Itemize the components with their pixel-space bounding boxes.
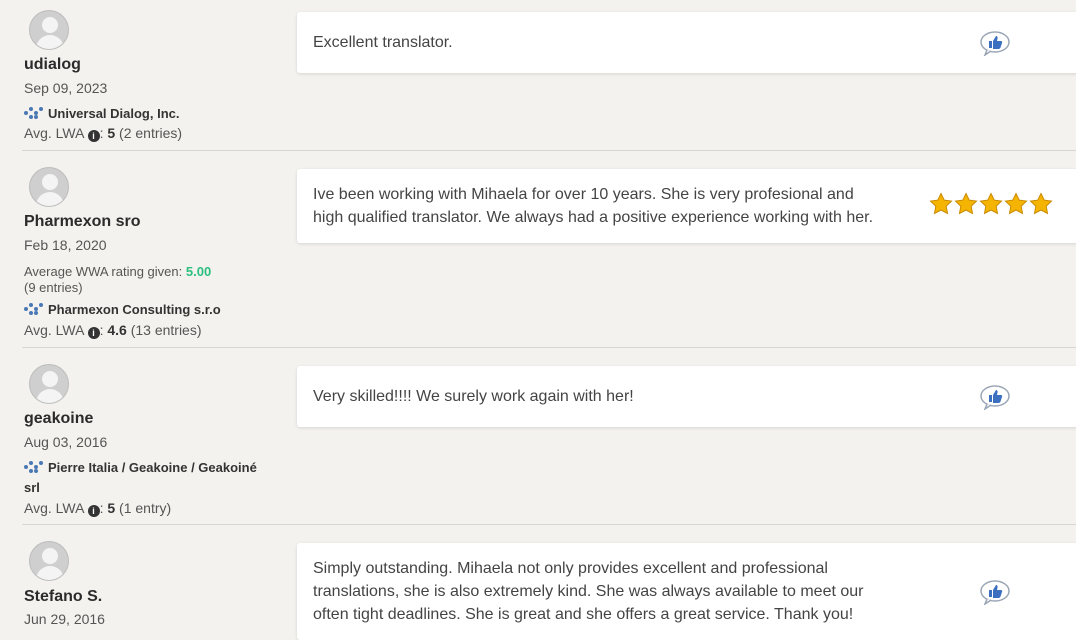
lwa-value: 4.6: [107, 322, 127, 338]
review-card: Ive been working with Mihaela for over 1…: [297, 169, 1076, 243]
reviewer-name[interactable]: Stefano S.: [24, 588, 102, 606]
company-name: Universal Dialog, Inc.: [48, 106, 180, 121]
info-icon[interactable]: i: [87, 505, 100, 517]
lwa-value: 5: [107, 125, 116, 141]
info-icon[interactable]: i: [87, 327, 100, 339]
star-icon: [954, 192, 978, 215]
review-date: Aug 03, 2016: [24, 434, 108, 450]
review-date: Jun 29, 2016: [24, 611, 105, 627]
review-date: Sep 09, 2023: [24, 80, 108, 96]
reviewer-name[interactable]: Pharmexon sro: [24, 213, 140, 231]
info-icon[interactable]: i: [87, 130, 100, 142]
company-name: Pierre Italia / Geakoine / Geakoiné: [48, 460, 257, 475]
wwa-value: 5.00: [185, 264, 212, 279]
star-icon: [979, 192, 1003, 215]
blue-board-icon: [24, 303, 44, 315]
review-card: Excellent translator.: [297, 12, 1076, 73]
star-rating: [929, 192, 1053, 216]
review-comment: Very skilled!!!! We surely work again wi…: [313, 388, 634, 405]
avg-lwa: Avg. LWA i: 5 (2 entries): [24, 125, 183, 142]
star-icon: [929, 192, 953, 215]
divider: [22, 150, 1076, 151]
avatar[interactable]: [29, 541, 69, 581]
review-card: Simply outstanding. Mihaela not only pro…: [297, 543, 1076, 640]
lwa-entries: (13 entries): [130, 322, 202, 338]
avg-wwa-rating: Average WWA rating given: 5.00 (9 entrie…: [24, 264, 211, 296]
thumbs-up-bubble-icon[interactable]: [979, 30, 1011, 56]
thumbs-up-bubble-icon[interactable]: [979, 579, 1011, 605]
review-comment: Ive been working with Mihaela for over 1…: [313, 186, 874, 226]
review-comment: Simply outstanding. Mihaela not only pro…: [313, 560, 864, 623]
company-name-cont: srl: [24, 480, 40, 495]
company-name: Pharmexon Consulting s.r.o: [48, 302, 221, 317]
review-comment: Excellent translator.: [313, 34, 453, 51]
lwa-value: 5: [107, 500, 116, 516]
divider: [22, 524, 1076, 525]
lwa-entries: (2 entries): [119, 125, 183, 141]
reviewer-name[interactable]: udialog: [24, 56, 81, 74]
company-link[interactable]: Pierre Italia / Geakoine / Geakoiné srl: [24, 458, 284, 498]
wwa-entries: (9 entries): [24, 280, 83, 295]
review-card: Very skilled!!!! We surely work again wi…: [297, 366, 1076, 427]
avatar[interactable]: [29, 167, 69, 207]
company-link[interactable]: Pharmexon Consulting s.r.o: [24, 300, 221, 320]
star-icon: [1004, 192, 1028, 215]
lwa-entries: (1 entry): [119, 500, 172, 516]
avg-lwa: Avg. LWA i: 5 (1 entry): [24, 500, 172, 517]
avatar[interactable]: [29, 364, 69, 404]
avatar[interactable]: [29, 10, 69, 50]
wwa-label: Average WWA rating given:: [24, 264, 183, 279]
divider: [22, 347, 1076, 348]
blue-board-icon: [24, 461, 44, 473]
review-date: Feb 18, 2020: [24, 237, 107, 253]
star-icon: [1029, 192, 1053, 215]
avg-lwa: Avg. LWA i: 4.6 (13 entries): [24, 322, 202, 339]
blue-board-icon: [24, 107, 44, 119]
company-link[interactable]: Universal Dialog, Inc.: [24, 104, 180, 124]
reviewer-name[interactable]: geakoine: [24, 410, 93, 428]
thumbs-up-bubble-icon[interactable]: [979, 384, 1011, 410]
